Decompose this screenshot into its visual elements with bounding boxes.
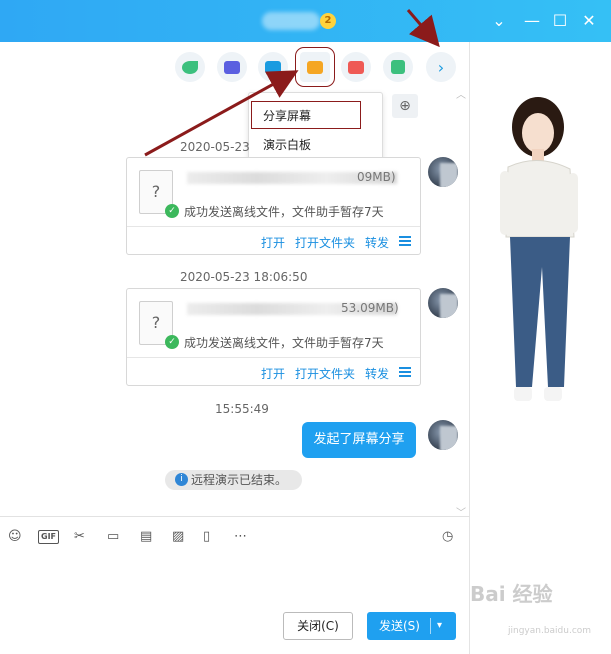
system-notice: i 远程演示已结束。 bbox=[165, 470, 302, 490]
folder-icon[interactable]: ▭ bbox=[107, 528, 119, 546]
present-icon[interactable] bbox=[341, 52, 371, 82]
clock-icon[interactable]: ◷ bbox=[442, 528, 453, 546]
menu-item-share-screen[interactable]: 分享屏幕 bbox=[263, 107, 311, 124]
file-card: ? ✓ 53.09MB) 成功发送离线文件，文件助手暂存7天 打开 打开文件夹 … bbox=[126, 288, 421, 386]
avatar[interactable] bbox=[428, 288, 458, 318]
chat-panel: › 分享屏幕 演示白板 ⊕ ︿ 2020-05-23 ? ✓ 09MB) 成功发… bbox=[0, 42, 470, 654]
level-badge: 2 bbox=[320, 13, 336, 29]
title-bar: 2 ⌄ — ☐ ✕ bbox=[0, 0, 611, 42]
gif-icon[interactable]: GIF bbox=[38, 530, 60, 544]
chevron-right-icon[interactable]: › bbox=[426, 52, 456, 82]
open-folder-link[interactable]: 打开文件夹 bbox=[295, 365, 355, 382]
open-folder-link[interactable]: 打开文件夹 bbox=[295, 234, 355, 251]
file-size: 53.09MB) bbox=[341, 301, 399, 315]
send-button[interactable]: 发送(S) ▾ bbox=[367, 612, 456, 640]
check-icon: ✓ bbox=[165, 204, 179, 218]
input-divider bbox=[0, 516, 470, 517]
file-card: ? ✓ 09MB) 成功发送离线文件，文件助手暂存7天 打开 打开文件夹 转发 bbox=[126, 157, 421, 255]
doc-icon[interactable]: ▤ bbox=[140, 528, 152, 546]
open-link[interactable]: 打开 bbox=[261, 365, 285, 382]
scroll-up-icon[interactable]: ︿ bbox=[456, 86, 466, 101]
forward-link[interactable]: 转发 bbox=[365, 234, 389, 251]
send-separator bbox=[430, 618, 431, 634]
check-icon: ✓ bbox=[165, 335, 179, 349]
notice-text: 远程演示已结束。 bbox=[191, 473, 288, 487]
send-label: 发送(S) bbox=[379, 619, 420, 633]
more-menu-icon[interactable] bbox=[399, 236, 411, 246]
add-icon[interactable] bbox=[258, 52, 288, 82]
send-dropdown-icon[interactable]: ▾ bbox=[437, 612, 442, 640]
dropdown-icon[interactable]: ⌄ bbox=[490, 12, 508, 30]
message-bubble[interactable]: 发起了屏幕分享 bbox=[302, 422, 416, 458]
more-menu-icon[interactable] bbox=[399, 367, 411, 377]
avatar[interactable] bbox=[428, 420, 458, 450]
close-button[interactable]: 关闭(C) bbox=[283, 612, 353, 640]
watermark-url: jingyan.baidu.com bbox=[508, 626, 592, 636]
forward-link[interactable]: 转发 bbox=[365, 365, 389, 382]
scissors-icon[interactable]: ✂ bbox=[74, 528, 85, 546]
divider bbox=[127, 226, 420, 227]
file-status: 成功发送离线文件，文件助手暂存7天 bbox=[184, 205, 384, 219]
timestamp: 2020-05-23 18:06:50 bbox=[180, 270, 308, 284]
maximize-button[interactable]: ☐ bbox=[551, 12, 569, 30]
open-link[interactable]: 打开 bbox=[261, 234, 285, 251]
minimize-button[interactable]: — bbox=[523, 12, 541, 30]
emoji-icon[interactable]: ☺ bbox=[8, 528, 22, 546]
share-dropdown-menu: 分享屏幕 演示白板 bbox=[248, 92, 383, 162]
more-icon[interactable]: ⋯ bbox=[234, 528, 247, 546]
shake-icon[interactable]: ▯ bbox=[203, 528, 210, 546]
avatar[interactable] bbox=[428, 157, 458, 187]
file-status: 成功发送离线文件，文件助手暂存7天 bbox=[184, 336, 384, 350]
share-screen-icon[interactable] bbox=[295, 47, 335, 87]
contact-name-blurred bbox=[262, 12, 320, 30]
video-icon[interactable] bbox=[217, 52, 247, 82]
apps-icon[interactable] bbox=[383, 52, 413, 82]
timestamp: 2020-05-23 bbox=[180, 140, 250, 154]
input-toolbar: ☺ GIF ✂ ▭ ▤ ▨ ▯ ⋯ ◷ bbox=[0, 522, 470, 550]
character-panel bbox=[470, 42, 611, 654]
image-icon[interactable]: ▨ bbox=[172, 528, 184, 546]
info-icon: i bbox=[175, 473, 188, 486]
timestamp: 15:55:49 bbox=[215, 402, 269, 416]
phone-icon[interactable] bbox=[175, 52, 205, 82]
menu-item-whiteboard[interactable]: 演示白板 bbox=[263, 136, 311, 153]
watermark-logo: Bai 经验 bbox=[470, 582, 553, 606]
divider bbox=[127, 357, 420, 358]
zoom-icon[interactable]: ⊕ bbox=[392, 94, 418, 118]
close-window-button[interactable]: ✕ bbox=[580, 12, 598, 30]
file-size: 09MB) bbox=[357, 170, 396, 184]
character-illustration bbox=[500, 97, 578, 401]
